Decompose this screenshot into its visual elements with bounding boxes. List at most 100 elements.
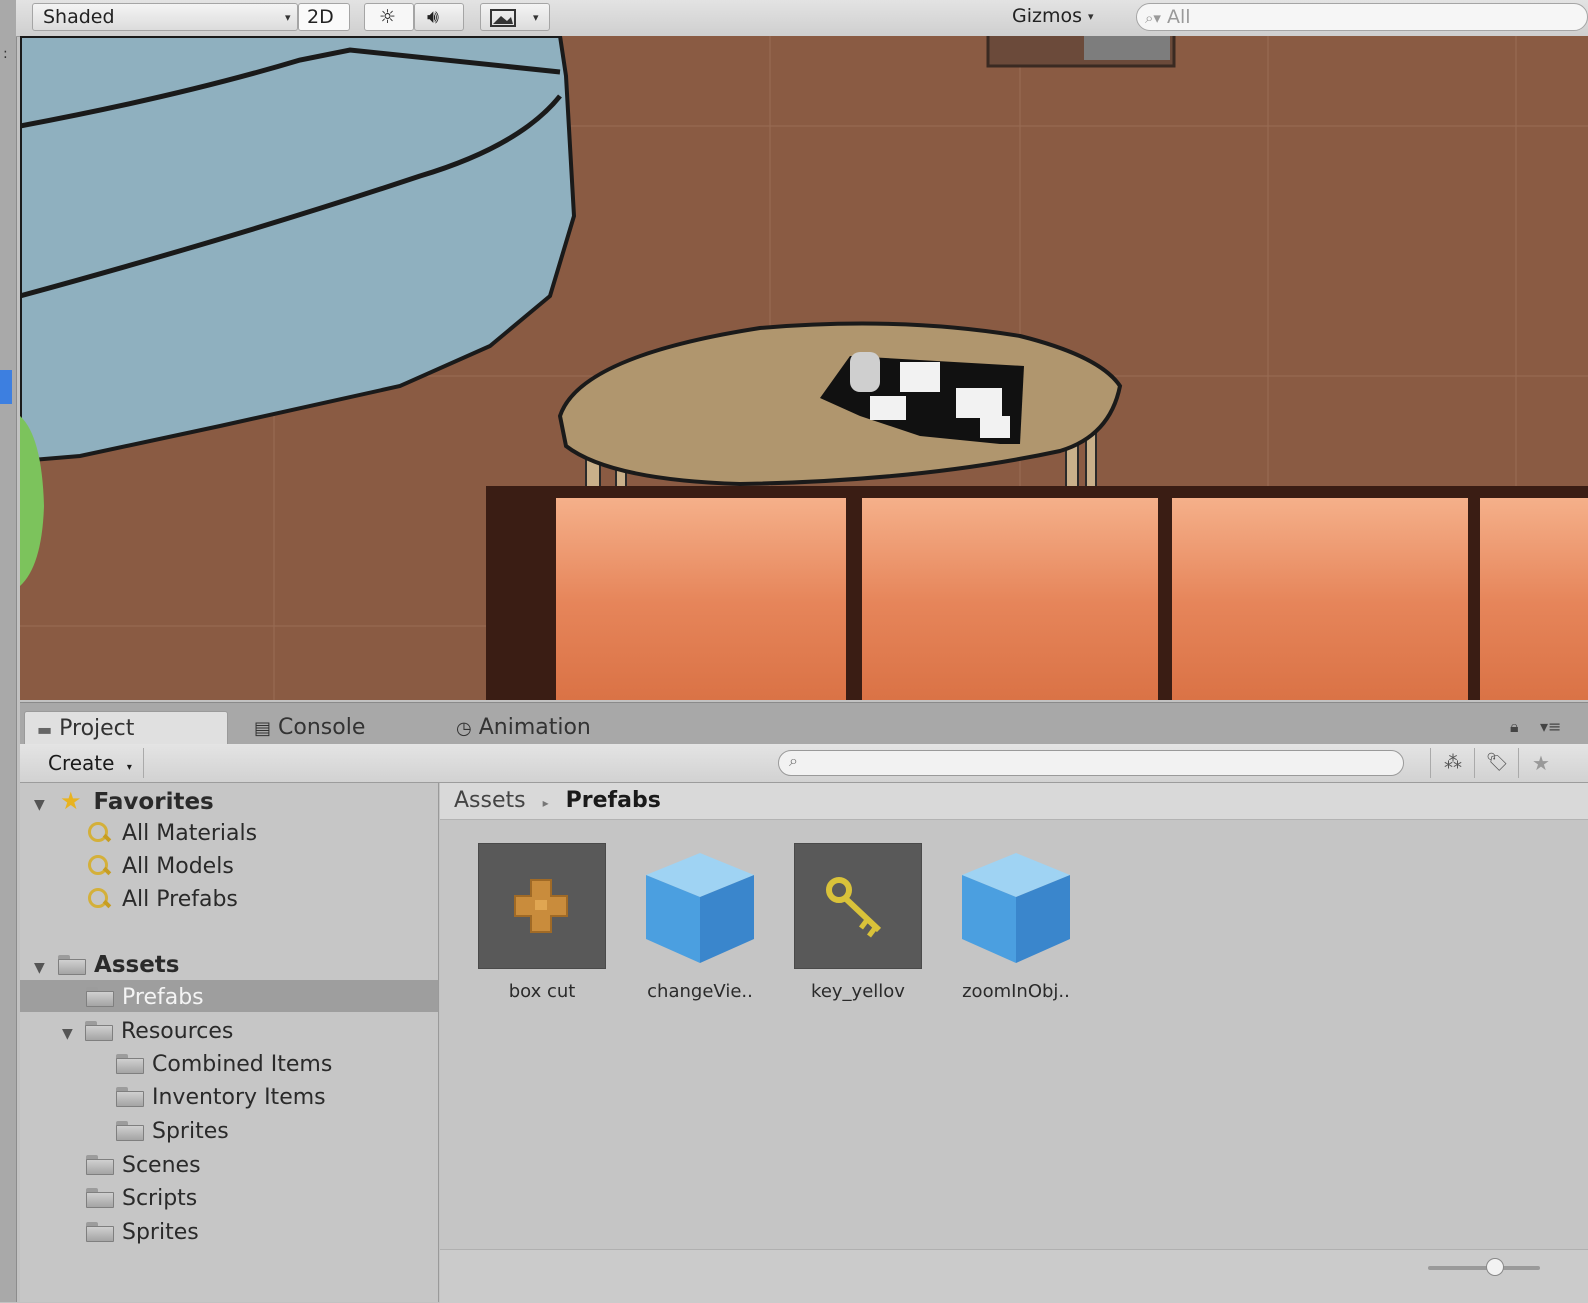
tree-item-scenes[interactable]: Scenes: [86, 1150, 201, 1182]
scene-toolbar: Shaded ▾ 2D ☼ 🔊︎ ▾ Gizmos ▾ ⌕▾ All: [16, 0, 1588, 37]
asset-item[interactable]: box cut: [472, 843, 612, 1002]
folder-icon: [116, 1087, 144, 1107]
asset-item[interactable]: changeVie..: [630, 843, 770, 1002]
chevron-down-icon: ▾: [533, 11, 539, 24]
tree-item-label: Prefabs: [122, 985, 204, 1010]
shading-mode-label: Shaded: [43, 6, 115, 28]
project-content-area: Assets ▸ Prefabs box cut changeVie.. key…: [440, 783, 1588, 1303]
chevron-down-icon: ▾: [126, 762, 132, 773]
chevron-down-icon: ▾: [285, 11, 291, 24]
scene-view[interactable]: [20, 36, 1588, 700]
prefab-cube-icon: [952, 843, 1080, 969]
filter-by-label-button[interactable]: 🏷︎: [1474, 748, 1519, 778]
project-search-input[interactable]: ⌕: [778, 750, 1404, 776]
scene-search-value: All: [1166, 6, 1191, 28]
audio-toggle-button[interactable]: 🔊︎: [414, 3, 464, 31]
console-icon: ▤: [254, 718, 272, 739]
clock-icon: ◷: [456, 718, 472, 739]
box-cut-icon: [478, 843, 606, 969]
asset-item[interactable]: zoomInObj..: [946, 843, 1086, 1002]
left-panel-edge: :: [0, 0, 17, 1302]
tree-item-scripts[interactable]: Scripts: [86, 1183, 197, 1215]
favorites-label: Favorites: [93, 789, 214, 815]
tag-icon: 🏷︎: [1485, 752, 1509, 773]
create-dropdown[interactable]: Create ▾: [26, 748, 144, 778]
key-icon: [794, 843, 922, 969]
saved-search-icon: [86, 853, 112, 879]
expand-arrow-icon[interactable]: ▼: [34, 789, 50, 821]
tab-animation[interactable]: ◷ Animation: [444, 711, 684, 745]
2d-toggle-button[interactable]: 2D: [298, 3, 350, 31]
effects-dropdown[interactable]: ▾: [480, 3, 550, 31]
2d-label: 2D: [307, 6, 334, 28]
asset-item[interactable]: key_yellov: [788, 843, 928, 1002]
star-icon: ★: [1532, 751, 1550, 775]
gizmos-dropdown[interactable]: Gizmos ▾: [1002, 3, 1114, 31]
tree-item-label: Sprites: [152, 1119, 229, 1144]
menu-icon[interactable]: ▾≡: [1540, 717, 1561, 736]
lighting-toggle-button[interactable]: ☼: [364, 3, 414, 31]
filter-by-type-button[interactable]: ⁂: [1430, 748, 1475, 778]
save-search-button[interactable]: ★: [1518, 748, 1563, 778]
breadcrumb-prefabs[interactable]: Prefabs: [566, 788, 661, 813]
tab-animation-label: Animation: [478, 715, 591, 740]
star-icon: ★: [60, 787, 82, 815]
chevron-right-icon: ▸: [542, 796, 549, 810]
zoom-slider[interactable]: [1428, 1266, 1540, 1270]
folder-icon: [58, 955, 87, 975]
tree-item-favorites[interactable]: ▼ ★ Favorites: [34, 785, 214, 817]
create-label: Create: [48, 751, 115, 775]
folder-icon: [86, 1188, 114, 1208]
selection-highlight: [20, 980, 438, 1012]
breadcrumb-assets[interactable]: Assets: [454, 788, 526, 813]
tree-item-all-prefabs[interactable]: All Prefabs: [86, 884, 238, 916]
lock-icon[interactable]: 🔒︎: [1510, 717, 1519, 737]
search-icon: ⌕: [789, 751, 798, 770]
scene-canvas[interactable]: [20, 36, 1588, 700]
tab-console[interactable]: ▤ Console: [242, 711, 442, 745]
tree-item-all-materials[interactable]: All Materials: [86, 818, 257, 850]
tree-item-label: All Prefabs: [122, 887, 238, 912]
tab-project[interactable]: ▬ Project: [24, 711, 228, 745]
gizmos-label: Gizmos: [1012, 5, 1083, 27]
tree-item-resources-sprites[interactable]: Sprites: [116, 1116, 229, 1148]
tree-item-resources[interactable]: ▼ Resources: [62, 1016, 233, 1048]
breadcrumb: Assets ▸ Prefabs: [440, 783, 1588, 820]
expand-arrow-icon[interactable]: ▼: [34, 952, 50, 984]
tree-item-combined-items[interactable]: Combined Items: [116, 1049, 332, 1081]
project-folder-tree: ▼ ★ Favorites All Materials All Models A…: [20, 783, 439, 1302]
tree-item-label: All Materials: [122, 821, 258, 846]
shading-mode-dropdown[interactable]: Shaded ▾: [32, 3, 298, 31]
tree-item-label: Inventory Items: [152, 1085, 326, 1110]
tab-project-label: Project: [59, 716, 135, 741]
cabinet: [486, 486, 1588, 700]
selection-marker: [0, 370, 12, 404]
content-status-bar: [440, 1249, 1588, 1303]
tree-item-label: All Models: [122, 854, 234, 879]
expand-arrow-icon[interactable]: ▼: [62, 1018, 78, 1050]
assets-label: Assets: [94, 952, 180, 978]
bottom-tabs-bar: ▬ Project ▤ Console ◷ Animation 🔒︎ ▾≡: [20, 702, 1588, 745]
folder-icon: [86, 987, 114, 1007]
zoom-slider-thumb[interactable]: [1486, 1258, 1505, 1276]
tree-item-inventory-items[interactable]: Inventory Items: [116, 1082, 326, 1114]
asset-label: zoomInObj..: [962, 981, 1070, 1002]
project-toolbar: Create ▾ ⌕ ⁂ 🏷︎ ★: [20, 744, 1588, 783]
folder-icon: [85, 1021, 113, 1041]
asset-label: key_yellov: [811, 981, 905, 1002]
shapes-icon: ⁂: [1444, 752, 1462, 773]
saved-search-icon: [86, 886, 112, 912]
tree-item-prefabs[interactable]: Prefabs: [86, 982, 204, 1014]
folder-icon: [86, 1222, 114, 1242]
speaker-icon: 🔊︎: [427, 6, 439, 28]
tree-item-sprites[interactable]: Sprites: [86, 1217, 199, 1249]
scene-search-input[interactable]: ⌕▾ All: [1136, 3, 1588, 31]
prefab-cube-icon: [636, 843, 764, 969]
sun-icon: ☼: [379, 6, 397, 28]
folder-icon: [116, 1121, 144, 1141]
tree-item-all-models[interactable]: All Models: [86, 851, 234, 883]
tree-item-label: Scenes: [122, 1153, 201, 1178]
tree-item-label: Combined Items: [152, 1052, 333, 1077]
asset-label: box cut: [508, 981, 576, 1002]
tree-item-assets[interactable]: ▼ Assets: [34, 949, 179, 981]
